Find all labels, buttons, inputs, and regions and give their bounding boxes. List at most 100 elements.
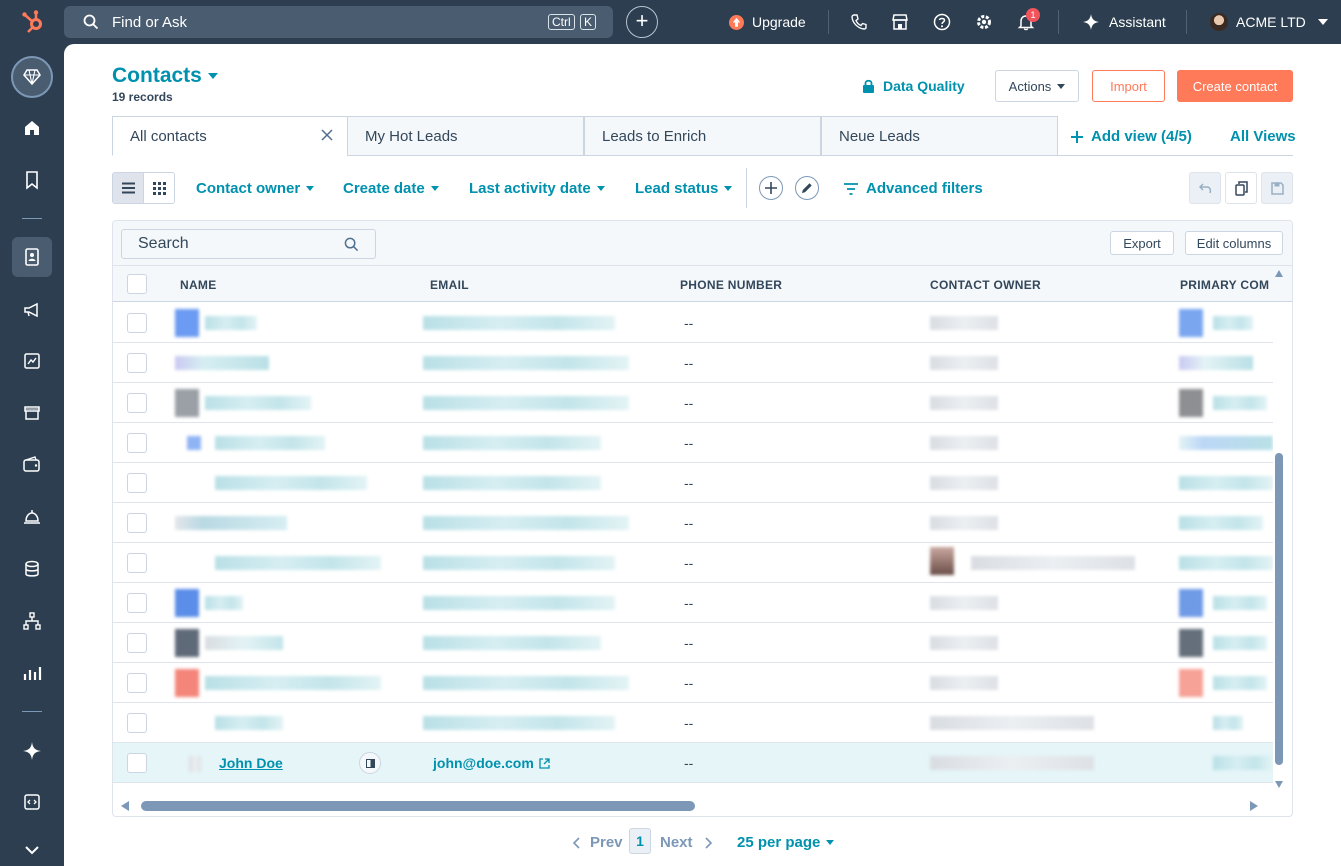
data-quality-link[interactable]: Data Quality <box>862 78 965 94</box>
filter-last-activity-date[interactable]: Last activity date <box>469 180 605 197</box>
row-checkbox[interactable] <box>127 313 147 333</box>
close-icon[interactable] <box>321 129 333 141</box>
reset-view-button[interactable] <box>1189 172 1221 204</box>
row-checkbox[interactable] <box>127 553 147 573</box>
filter-create-date[interactable]: Create date <box>343 180 439 197</box>
wallet-icon[interactable] <box>22 455 42 475</box>
expand-chevron-down-icon[interactable] <box>22 840 42 860</box>
actions-dropdown-button[interactable]: Actions <box>995 70 1079 102</box>
preview-record-button[interactable] <box>359 752 381 774</box>
phone-cell: -- <box>684 595 694 611</box>
table-row[interactable]: -- <box>113 543 1273 583</box>
row-checkbox[interactable] <box>127 713 147 733</box>
edit-filters-button[interactable] <box>795 176 819 200</box>
export-button[interactable]: Export <box>1110 231 1174 255</box>
vertical-scrollbar[interactable] <box>1273 267 1285 791</box>
add-view-button[interactable]: Add view (4/5) <box>1071 128 1192 145</box>
edit-columns-button[interactable]: Edit columns <box>1185 231 1283 255</box>
per-page-dropdown[interactable]: 25 per page <box>737 834 835 851</box>
column-header-contact-owner[interactable]: CONTACT OWNER <box>930 278 1041 292</box>
column-header-primary-company[interactable]: PRIMARY COMI <box>1180 278 1270 292</box>
filter-contact-owner[interactable]: Contact owner <box>196 180 315 197</box>
account-menu[interactable]: ACME LTD <box>1210 0 1328 44</box>
row-checkbox[interactable] <box>127 633 147 653</box>
row-checkbox[interactable] <box>127 353 147 373</box>
tab-my-hot-leads[interactable]: My Hot Leads <box>347 116 584 156</box>
table-row[interactable]: -- <box>113 583 1273 623</box>
previous-page-button[interactable]: Prev <box>572 834 623 851</box>
row-checkbox[interactable] <box>127 393 147 413</box>
phone-icon[interactable] <box>850 13 868 31</box>
table-row[interactable]: -- <box>113 623 1273 663</box>
help-icon[interactable] <box>933 13 951 31</box>
hubspot-logo-icon[interactable] <box>20 9 46 35</box>
database-icon[interactable] <box>22 559 42 579</box>
service-bell-icon[interactable] <box>22 507 42 527</box>
table-row[interactable]: -- <box>113 663 1273 703</box>
column-header-phone[interactable]: PHONE NUMBER <box>680 278 782 292</box>
contacts-table-card: Search Export Edit columns NAME EMAIL PH… <box>112 220 1293 817</box>
owner-redacted <box>930 316 998 330</box>
save-view-button[interactable] <box>1261 172 1293 204</box>
advanced-filters-button[interactable]: Advanced filters <box>844 180 983 197</box>
filter-lead-status[interactable]: Lead status <box>635 180 733 197</box>
all-views-link[interactable]: All Views <box>1230 128 1296 145</box>
name-redacted <box>205 636 283 650</box>
board-view-icon[interactable] <box>153 182 166 195</box>
object-title-dropdown[interactable]: Contacts <box>112 64 218 88</box>
create-contact-button[interactable]: Create contact <box>1177 70 1293 102</box>
contact-name-link[interactable]: John Doe <box>219 755 283 771</box>
settings-gear-icon[interactable] <box>975 13 993 31</box>
phone-cell: -- <box>684 315 694 331</box>
sparkle-icon[interactable] <box>22 741 42 761</box>
select-all-checkbox[interactable] <box>127 274 147 294</box>
global-search-input[interactable]: Find or Ask Ctrl K <box>64 6 613 38</box>
table-row[interactable]: -- <box>113 303 1273 343</box>
home-icon[interactable] <box>22 118 42 138</box>
email-redacted <box>423 436 601 450</box>
megaphone-icon[interactable] <box>22 300 42 320</box>
name-redacted <box>205 316 257 330</box>
workflows-icon[interactable] <box>22 611 42 631</box>
reports-bar-chart-icon[interactable] <box>22 663 42 683</box>
table-row-john-doe[interactable]: John Doe john@doe.com -- <box>113 743 1273 783</box>
topbar-divider <box>1186 10 1187 34</box>
row-checkbox[interactable] <box>127 673 147 693</box>
add-filter-button[interactable] <box>759 176 783 200</box>
current-page-number[interactable]: 1 <box>629 828 651 854</box>
column-header-email[interactable]: EMAIL <box>430 278 469 292</box>
row-checkbox[interactable] <box>127 433 147 453</box>
import-button[interactable]: Import <box>1092 70 1165 102</box>
next-page-button[interactable]: Next <box>660 834 713 851</box>
avatar-redacted <box>175 669 199 697</box>
quick-create-button[interactable]: + <box>626 6 658 38</box>
clone-view-button[interactable] <box>1225 172 1257 204</box>
tab-neue-leads[interactable]: Neue Leads <box>821 116 1058 156</box>
table-row[interactable]: -- <box>113 383 1273 423</box>
table-row[interactable]: -- <box>113 503 1273 543</box>
chevron-down-icon <box>207 73 218 79</box>
company-redacted <box>1213 756 1273 770</box>
marketplace-icon[interactable] <box>891 13 909 31</box>
row-checkbox[interactable] <box>127 473 147 493</box>
assistant-button[interactable]: Assistant <box>1083 0 1166 44</box>
row-checkbox[interactable] <box>127 753 147 773</box>
horizontal-scrollbar[interactable] <box>113 795 1273 817</box>
bookmark-icon[interactable] <box>22 170 42 190</box>
upgrade-button[interactable]: Upgrade <box>729 0 806 44</box>
table-row[interactable]: -- <box>113 343 1273 383</box>
table-row[interactable]: -- <box>113 703 1273 743</box>
tab-leads-to-enrich[interactable]: Leads to Enrich <box>584 116 821 156</box>
table-row[interactable]: -- <box>113 463 1273 503</box>
row-checkbox[interactable] <box>127 513 147 533</box>
column-header-name[interactable]: NAME <box>180 278 217 292</box>
tab-all-contacts[interactable]: All contacts <box>112 116 348 156</box>
table-search-input[interactable]: Search <box>121 229 376 259</box>
commerce-store-icon[interactable] <box>22 403 42 423</box>
phone-cell: -- <box>684 475 694 491</box>
contact-email-link[interactable]: john@doe.com <box>433 755 550 771</box>
table-row[interactable]: -- <box>113 423 1273 463</box>
content-icon[interactable] <box>22 351 42 371</box>
code-icon[interactable] <box>22 792 42 812</box>
row-checkbox[interactable] <box>127 593 147 613</box>
